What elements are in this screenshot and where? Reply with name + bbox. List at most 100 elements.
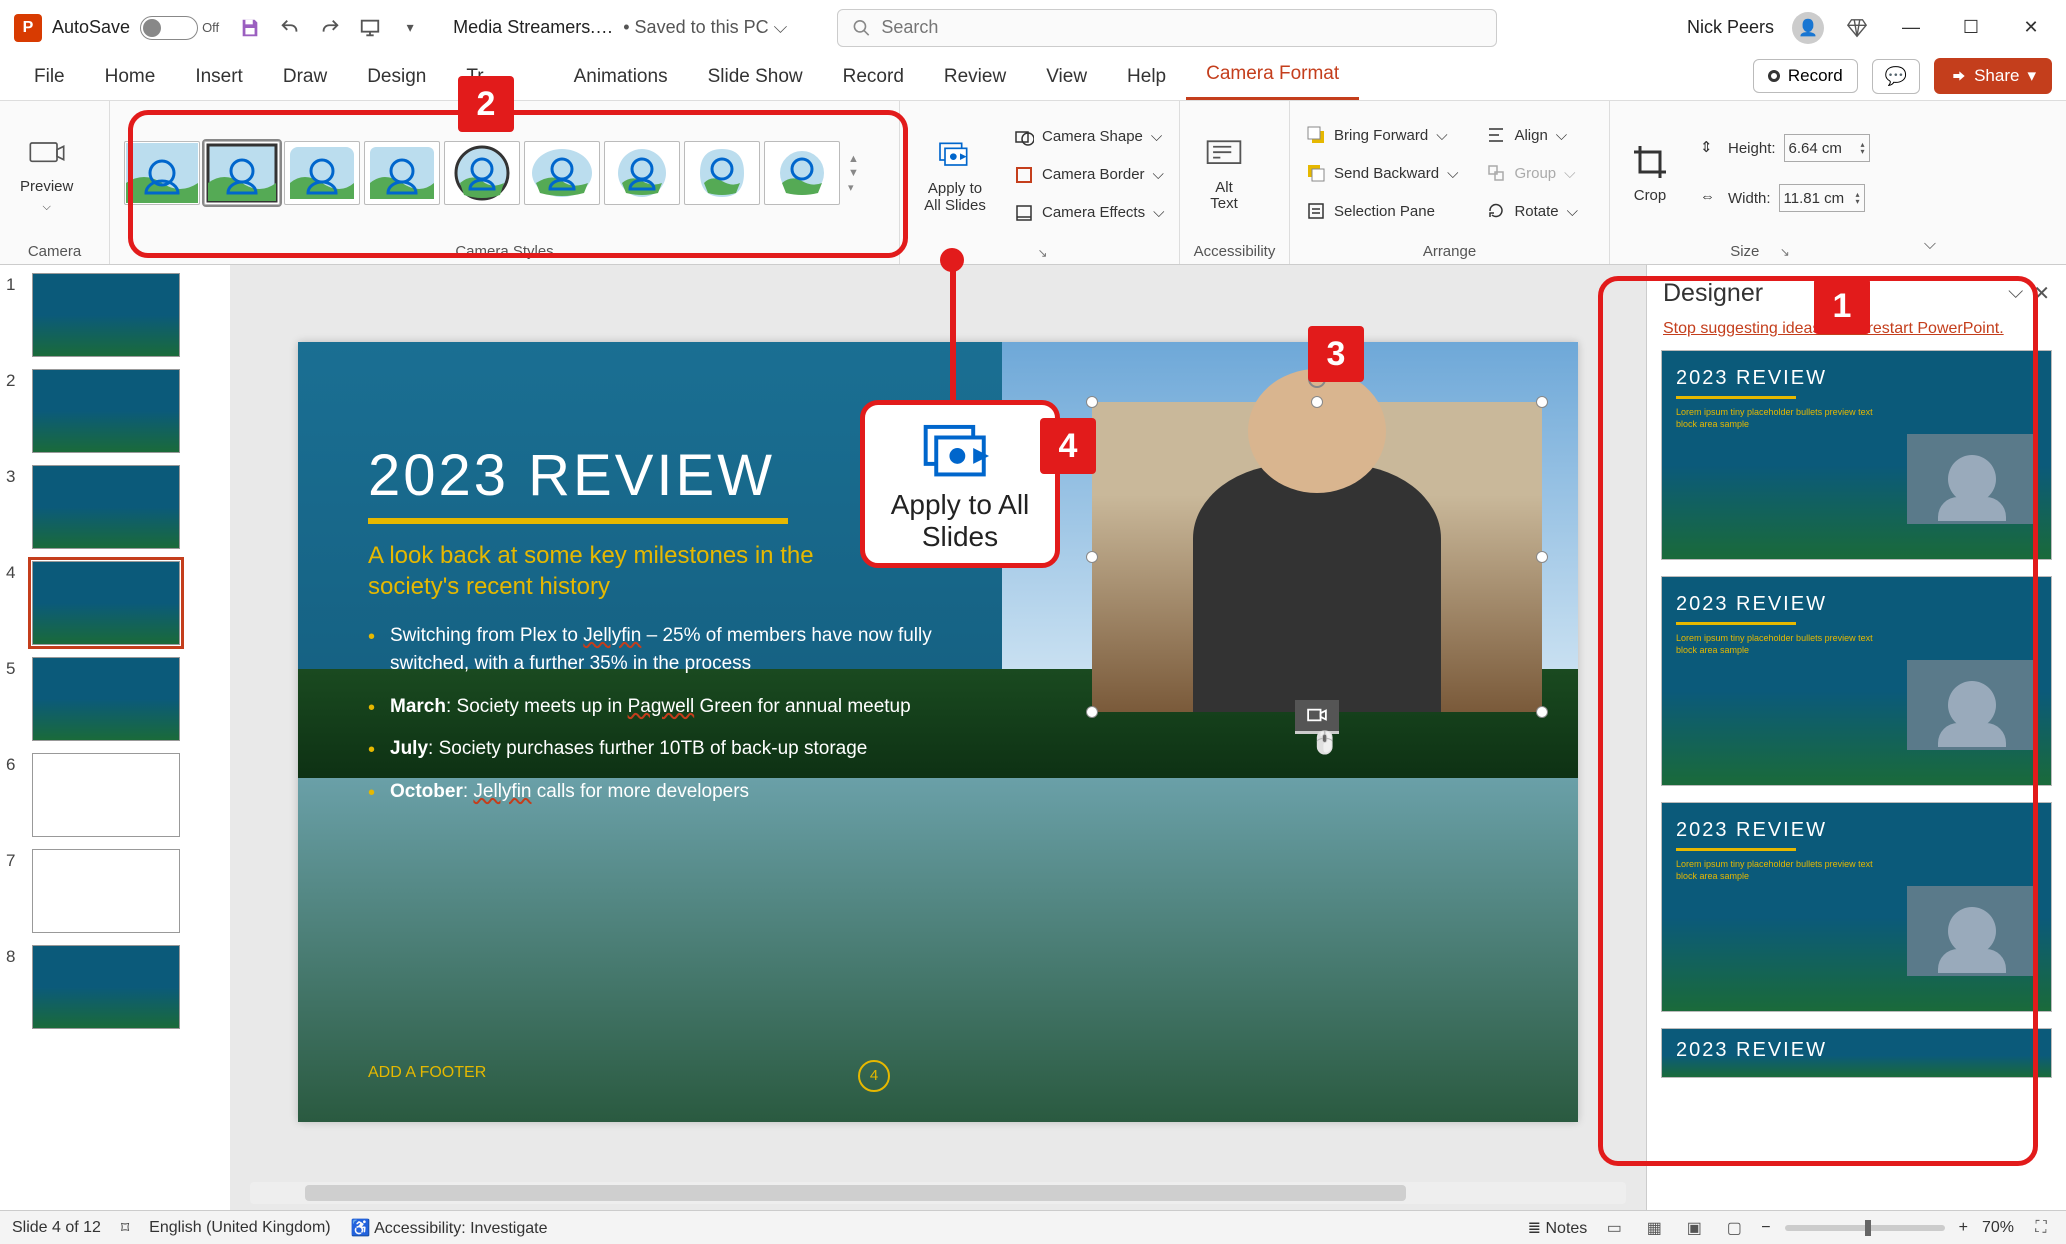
- comments-button[interactable]: 💬: [1872, 59, 1920, 94]
- status-bar: Slide 4 of 12 ⌑ English (United Kingdom)…: [0, 1210, 2066, 1244]
- share-button[interactable]: Share ▾: [1934, 58, 2052, 94]
- minimize-button[interactable]: —: [1890, 13, 1932, 43]
- align-button[interactable]: Align ⌵: [1480, 119, 1584, 151]
- zoom-slider[interactable]: [1785, 1225, 1945, 1231]
- designer-collapse-icon[interactable]: ⌵: [2008, 281, 2023, 306]
- status-slide[interactable]: Slide 4 of 12: [12, 1219, 101, 1237]
- search-box[interactable]: [837, 9, 1497, 47]
- tab-help[interactable]: Help: [1107, 56, 1186, 100]
- thumbnail-panel[interactable]: 1 2 3 4 5 6 7 8: [0, 265, 230, 1210]
- status-accessibility[interactable]: ♿ Accessibility: Investigate: [351, 1218, 548, 1238]
- tab-design[interactable]: Design: [347, 56, 446, 100]
- camera-style-8[interactable]: [684, 141, 760, 205]
- camera-style-4[interactable]: [364, 141, 440, 205]
- send-backward-button[interactable]: Send Backward ⌵: [1300, 157, 1464, 189]
- search-input[interactable]: [881, 17, 1482, 38]
- design-idea-4[interactable]: 2023 REVIEW: [1661, 1028, 2052, 1078]
- tab-insert[interactable]: Insert: [175, 56, 263, 100]
- record-button[interactable]: Record: [1753, 59, 1858, 93]
- camera-effects-button[interactable]: Camera Effects ⌵: [1008, 197, 1170, 229]
- camera-style-3[interactable]: [284, 141, 360, 205]
- design-idea-2[interactable]: 2023 REVIEW Lorem ipsum tiny placeholder…: [1661, 576, 2052, 786]
- height-field[interactable]: ⇕Height:6.64 cm▴▾: [1694, 128, 1876, 168]
- crop-button[interactable]: Crop: [1620, 138, 1680, 209]
- bring-forward-button[interactable]: Bring Forward ⌵: [1300, 119, 1464, 151]
- cameo-object[interactable]: 🖱️: [1092, 402, 1542, 712]
- account-avatar[interactable]: 👤: [1792, 12, 1824, 44]
- save-icon[interactable]: [235, 13, 265, 43]
- selection-pane-button[interactable]: Selection Pane: [1300, 195, 1464, 227]
- tab-file[interactable]: File: [14, 56, 85, 100]
- size-launcher-icon[interactable]: ↘: [1780, 245, 1790, 259]
- status-spellcheck-icon[interactable]: ⌑: [121, 1218, 129, 1238]
- document-title[interactable]: Media Streamers.…: [453, 17, 613, 38]
- thumbnail-2[interactable]: [32, 369, 180, 453]
- status-language[interactable]: English (United Kingdom): [149, 1219, 330, 1237]
- rotate-button[interactable]: Rotate ⌵: [1480, 195, 1584, 227]
- camera-style-6[interactable]: [524, 141, 600, 205]
- group-button[interactable]: Group ⌵: [1480, 157, 1584, 189]
- callout-dot-4: [940, 248, 964, 272]
- tab-animations[interactable]: Animations: [554, 56, 688, 100]
- thumbnail-7[interactable]: [32, 849, 180, 933]
- footer-placeholder[interactable]: ADD A FOOTER: [368, 1064, 486, 1082]
- thumbnail-3[interactable]: [32, 465, 180, 549]
- width-field[interactable]: ⇔Width:11.81 cm▴▾: [1694, 178, 1876, 218]
- fit-to-window-icon[interactable]: ⛶: [2028, 1217, 2054, 1239]
- gallery-up-icon[interactable]: ▲: [848, 153, 859, 165]
- tab-draw[interactable]: Draw: [263, 56, 347, 100]
- tab-record[interactable]: Record: [823, 56, 924, 100]
- slide-bullets[interactable]: Switching from Plex to Jellyfin – 25% of…: [368, 622, 988, 821]
- camera-shape-button[interactable]: Camera Shape ⌵: [1008, 121, 1170, 153]
- close-button[interactable]: ✕: [2010, 13, 2052, 43]
- slide-title[interactable]: 2023 REVIEW: [368, 442, 775, 509]
- sorter-view-icon[interactable]: ▦: [1641, 1217, 1667, 1239]
- zoom-in-button[interactable]: +: [1959, 1219, 1968, 1237]
- qat-more-icon[interactable]: ▾: [395, 13, 425, 43]
- thumbnail-1[interactable]: [32, 273, 180, 357]
- thumbnail-8[interactable]: [32, 945, 180, 1029]
- designer-close-icon[interactable]: ✕: [2033, 281, 2050, 306]
- ribbon-collapse-icon[interactable]: ⌵: [1910, 101, 1950, 264]
- camera-style-2[interactable]: [204, 141, 280, 205]
- zoom-out-button[interactable]: −: [1761, 1219, 1770, 1237]
- autosave-toggle[interactable]: [140, 16, 198, 40]
- apply-to-all-slides-button[interactable]: Apply to All Slides: [910, 131, 1000, 218]
- tab-camera-format[interactable]: Camera Format: [1186, 53, 1359, 100]
- redo-icon[interactable]: [315, 13, 345, 43]
- account-name[interactable]: Nick Peers: [1687, 17, 1774, 38]
- horizontal-scrollbar[interactable]: [250, 1182, 1626, 1204]
- tab-review[interactable]: Review: [924, 56, 1026, 100]
- maximize-button[interactable]: ☐: [1950, 13, 1992, 43]
- tab-view[interactable]: View: [1026, 56, 1107, 100]
- diamond-icon[interactable]: [1842, 13, 1872, 43]
- alt-text-button[interactable]: Alt Text: [1190, 130, 1258, 217]
- gallery-more-icon[interactable]: ▾: [848, 181, 859, 194]
- camera-style-9[interactable]: [764, 141, 840, 205]
- tab-home[interactable]: Home: [85, 56, 176, 100]
- normal-view-icon[interactable]: ▭: [1601, 1217, 1627, 1239]
- design-idea-3[interactable]: 2023 REVIEW Lorem ipsum tiny placeholder…: [1661, 802, 2052, 1012]
- camera-border-button[interactable]: Camera Border ⌵: [1008, 159, 1170, 191]
- slide-subtitle[interactable]: A look back at some key milestones in th…: [368, 540, 868, 602]
- thumbnail-6[interactable]: [32, 753, 180, 837]
- undo-icon[interactable]: [275, 13, 305, 43]
- thumbnail-4[interactable]: [32, 561, 180, 645]
- camera-badge-icon[interactable]: [1295, 700, 1339, 734]
- slideshow-view-icon[interactable]: ▢: [1721, 1217, 1747, 1239]
- reading-view-icon[interactable]: ▣: [1681, 1217, 1707, 1239]
- tab-slide-show[interactable]: Slide Show: [688, 56, 823, 100]
- gallery-down-icon[interactable]: ▼: [848, 167, 859, 179]
- design-idea-1[interactable]: 2023 REVIEW Lorem ipsum tiny placeholder…: [1661, 350, 2052, 560]
- camera-style-5[interactable]: [444, 141, 520, 205]
- camera-styles-launcher-icon[interactable]: ↘: [1037, 246, 1047, 260]
- camera-style-7[interactable]: [604, 141, 680, 205]
- zoom-level[interactable]: 70%: [1982, 1219, 2014, 1237]
- preview-button[interactable]: Preview⌵: [10, 129, 83, 218]
- save-status[interactable]: • Saved to this PC ⌵: [623, 17, 787, 38]
- present-icon[interactable]: [355, 13, 385, 43]
- autosave-label: AutoSave: [52, 17, 130, 38]
- thumbnail-5[interactable]: [32, 657, 180, 741]
- notes-button[interactable]: ≣ Notes: [1528, 1218, 1588, 1238]
- camera-style-1[interactable]: [124, 141, 200, 205]
